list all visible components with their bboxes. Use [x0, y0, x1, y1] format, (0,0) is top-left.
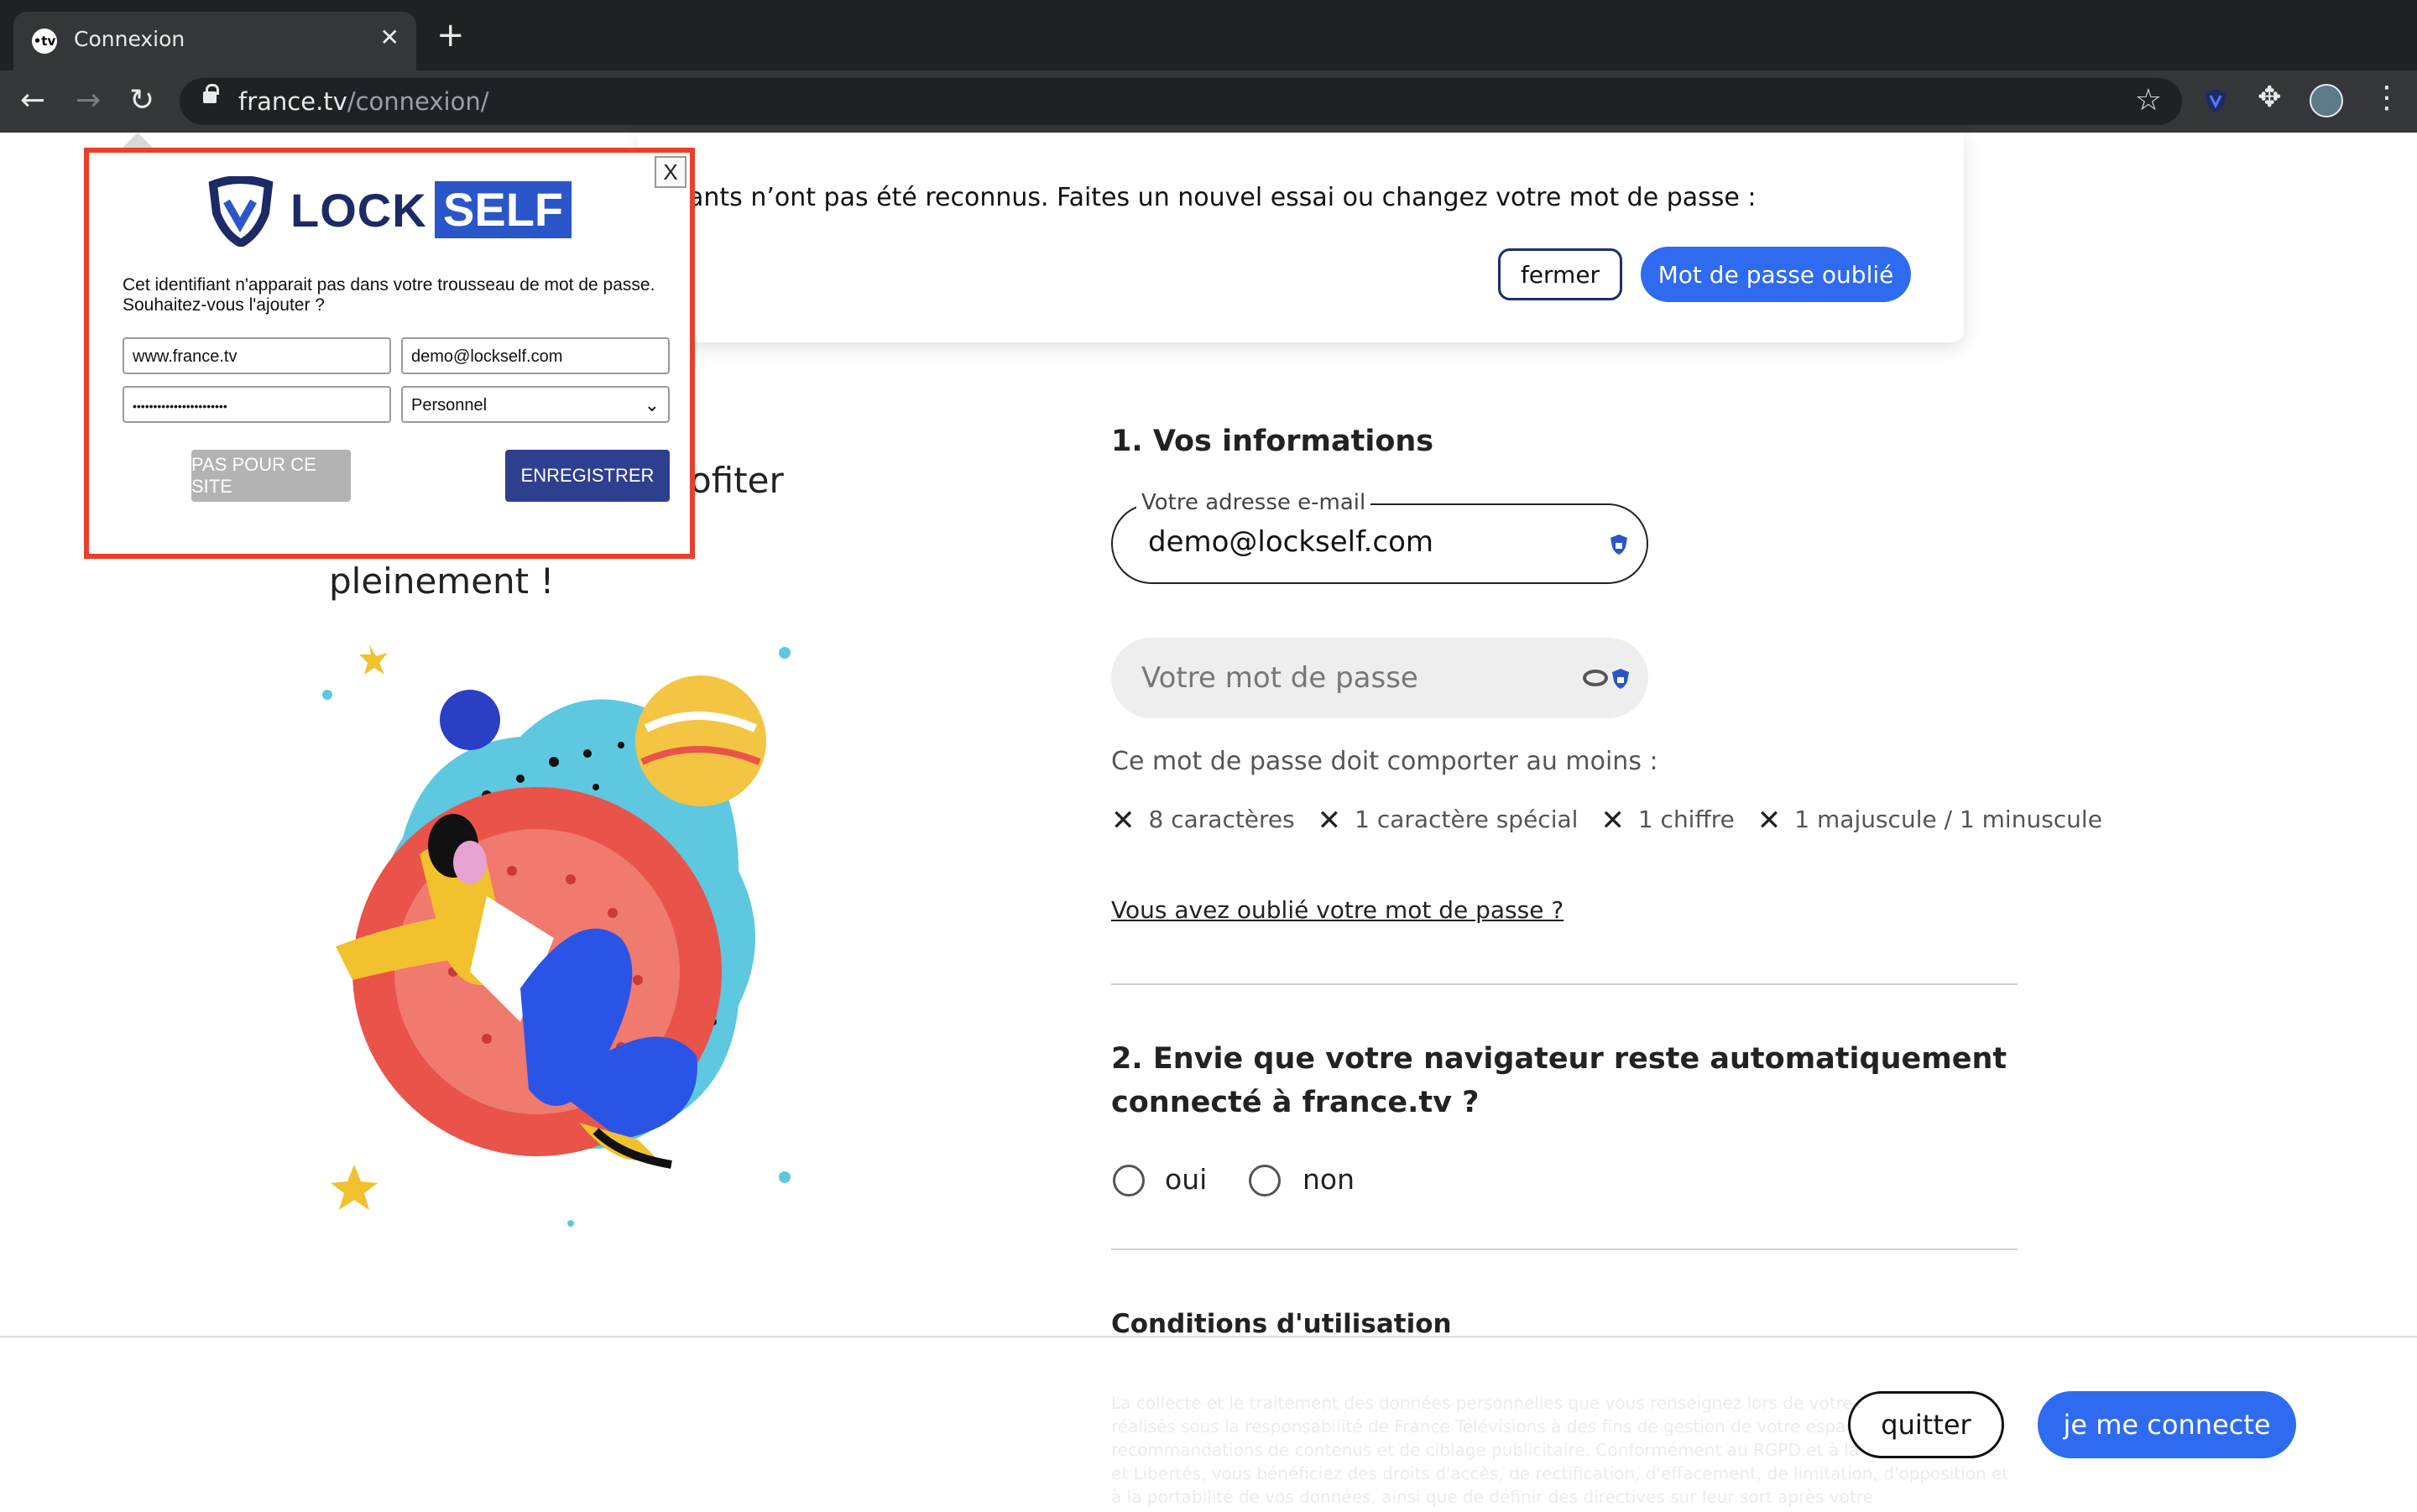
logo-text-self: SELF [435, 181, 572, 238]
radio-non-label[interactable]: non [1302, 1163, 1355, 1196]
popup-message: Cet identifiant n'apparait pas dans votr… [123, 275, 655, 315]
folder-select-value: Personnel [411, 396, 488, 414]
url-text[interactable]: france.tv/connexion/ [238, 87, 489, 116]
conditions-title: Conditions d'utilisation [1111, 1309, 1452, 1339]
folder-select[interactable]: Personnel ⌄ [401, 386, 670, 423]
radio-non[interactable] [1249, 1165, 1281, 1197]
password-input[interactable]: ••••••••••••••••••••••• [123, 386, 391, 423]
x-mark-icon: ✕ [1600, 804, 1625, 837]
password-field[interactable]: Votre mot de passe [1111, 638, 1648, 718]
email-field-value[interactable]: demo@lockself.com [1148, 525, 1433, 559]
forgot-password-button[interactable]: Mot de passe oublié [1641, 247, 1911, 302]
tab-close-icon[interactable]: ✕ [380, 23, 399, 51]
francetv-favicon-icon: •tv [32, 29, 57, 54]
browser-toolbar: ← → ↻ france.tv/connexion/ ☆ ✥ ⋮ [0, 70, 2417, 133]
x-mark-icon: ✕ [1757, 804, 1782, 837]
password-rule: ✕ 1 majuscule / 1 minuscule [1757, 804, 2102, 837]
tab-title: Connexion [74, 27, 185, 51]
site-input[interactable]: www.france.tv [123, 337, 391, 374]
section-divider [1111, 1249, 2018, 1250]
radio-oui-label[interactable]: oui [1165, 1163, 1207, 1196]
new-tab-icon[interactable]: + [436, 18, 465, 52]
kebab-menu-icon[interactable]: ⋮ [2372, 81, 2402, 115]
promo-heading-line1: ofiter [690, 460, 784, 501]
bookmark-star-icon[interactable]: ☆ [2135, 83, 2162, 117]
bottom-action-bar: La collecte et le traitement des données… [0, 1336, 2417, 1512]
x-mark-icon: ✕ [1111, 804, 1135, 837]
reload-icon[interactable]: ↻ [129, 82, 154, 119]
close-alert-button[interactable]: fermer [1498, 248, 1622, 300]
browser-tab[interactable]: •tv Connexion ✕ [13, 12, 416, 70]
popup-pointer [123, 133, 153, 148]
forward-arrow-icon[interactable]: → [76, 82, 101, 119]
forgot-password-link[interactable]: Vous avez oublié votre mot de passe ? [1111, 896, 1563, 924]
password-placeholder: Votre mot de passe [1141, 661, 1418, 695]
save-button[interactable]: ENREGISTRER [505, 450, 670, 502]
close-icon[interactable]: X [655, 156, 686, 188]
lockself-shield-icon [208, 176, 274, 247]
password-rules: ✕ 8 caractères ✕ 1 caractère spécial ✕ 1 ch… [1111, 804, 2117, 837]
connect-button[interactable]: je me connecte [2038, 1391, 2296, 1458]
section-divider [1111, 983, 2018, 985]
not-for-this-site-button[interactable]: PAS POUR CE SITE [191, 450, 351, 502]
password-rule: ✕ 1 chiffre [1600, 804, 1735, 837]
address-bar[interactable]: france.tv/connexion/ ☆ [180, 78, 2182, 125]
logo-text-lock: LOCK [290, 184, 427, 237]
password-rule: ✕ 8 caractères [1111, 804, 1295, 837]
quit-button[interactable]: quitter [1848, 1391, 2004, 1458]
radio-oui[interactable] [1113, 1165, 1145, 1197]
eye-icon[interactable] [1583, 670, 1608, 686]
email-field[interactable]: Votre adresse e-mail demo@lockself.com [1111, 490, 1648, 584]
password-rules-title: Ce mot de passe doit comporter au moins … [1111, 747, 1658, 776]
relaxing-woman-illustration [322, 644, 791, 1227]
section-stay-connected-title: 2. Envie que votre navigateur reste auto… [1111, 1042, 2007, 1119]
x-mark-icon: ✕ [1317, 804, 1342, 837]
chevron-down-icon: ⌄ [644, 394, 660, 415]
lock-icon[interactable] [203, 84, 219, 103]
lockself-shield-icon[interactable] [1610, 534, 1628, 555]
lockself-shield-icon[interactable] [1611, 668, 1630, 690]
browser-tab-strip: •tv Connexion ✕ + [0, 0, 2417, 70]
login-input[interactable]: demo@lockself.com [401, 337, 670, 374]
email-field-label: Votre adresse e-mail [1136, 490, 1371, 515]
lockself-logo: LOCK SELF [206, 176, 572, 247]
back-arrow-icon[interactable]: ← [20, 82, 45, 119]
lockself-save-popup: X LOCK SELF Cet identifiant n'apparait p… [84, 148, 695, 559]
lockself-extension-icon[interactable] [2204, 87, 2227, 114]
puzzle-icon[interactable]: ✥ [2258, 81, 2282, 114]
error-alert: ants n’ont pas été reconnus. Faites un n… [638, 133, 1964, 342]
profile-avatar[interactable] [2310, 84, 2343, 117]
password-rule: ✕ 1 caractère spécial [1317, 804, 1579, 837]
section-informations-title: 1. Vos informations [1111, 425, 1434, 458]
alert-message: ants n’ont pas été reconnus. Faites un n… [688, 183, 1757, 212]
